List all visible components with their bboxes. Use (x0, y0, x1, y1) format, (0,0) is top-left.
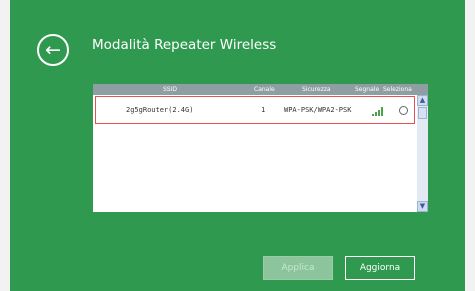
scrollbar[interactable]: ▲ ▼ (417, 95, 428, 212)
arrow-left-icon: ← (45, 38, 61, 61)
network-list: SSID Canale Sicurezza Segnale Seleziona … (93, 84, 428, 212)
column-header-security: Sicurezza (302, 86, 331, 93)
signal-bars-icon (372, 106, 384, 116)
ssid-cell: 2g5gRouter(2.4G) (126, 106, 194, 114)
channel-cell: 1 (261, 106, 266, 114)
apply-button[interactable]: Applica (263, 256, 333, 280)
back-button[interactable]: ← (37, 34, 69, 66)
refresh-button[interactable]: Aggiorna (345, 256, 415, 280)
scroll-up-arrow-icon[interactable]: ▲ (417, 95, 428, 106)
column-header-select: Seleziona (383, 86, 412, 93)
security-cell: WPA-PSK/WPA2-PSK (284, 106, 352, 114)
page-title: Modalità Repeater Wireless (92, 37, 277, 53)
table-row[interactable]: 2g5gRouter(2.4G) 1 WPA-PSK/WPA2-PSK (95, 96, 415, 124)
select-radio[interactable] (399, 106, 408, 115)
scroll-down-arrow-icon[interactable]: ▼ (417, 201, 428, 212)
scroll-thumb[interactable] (418, 107, 427, 119)
column-header-signal: Segnale (355, 86, 380, 93)
column-header-channel: Canale (254, 86, 275, 93)
table-header: SSID Canale Sicurezza Segnale Seleziona (93, 84, 428, 95)
column-header-ssid: SSID (163, 86, 178, 93)
repeater-panel: ← Modalità Repeater Wireless SSID Canale… (10, 0, 465, 291)
